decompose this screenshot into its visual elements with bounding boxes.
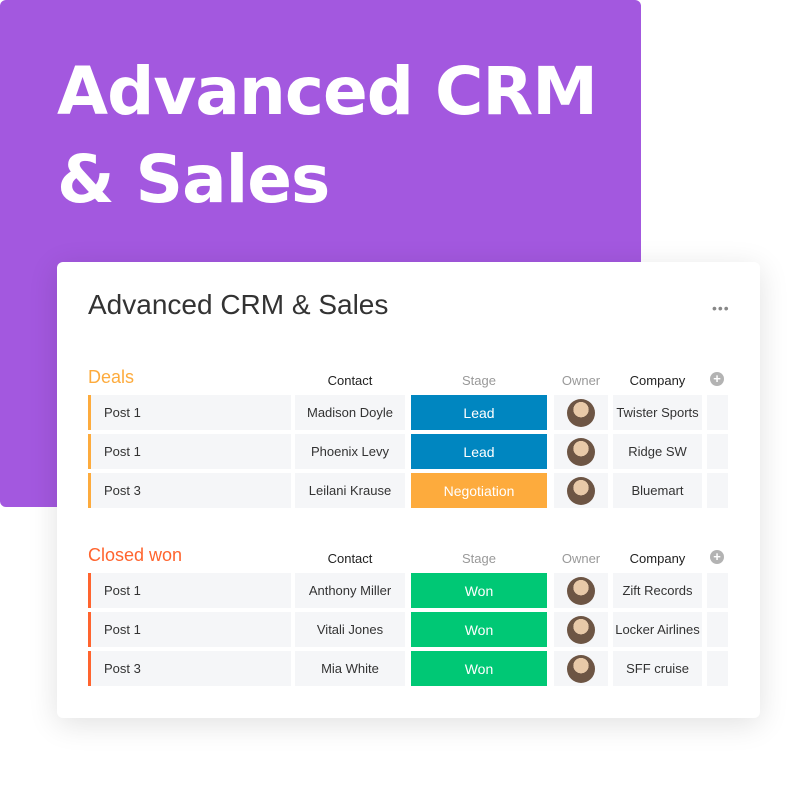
column-header-stage[interactable]: Stage bbox=[411, 551, 547, 566]
item-name[interactable]: Post 3 bbox=[88, 473, 291, 508]
add-column-icon[interactable]: + bbox=[710, 550, 724, 564]
empty-cell[interactable] bbox=[707, 573, 728, 608]
owner-cell[interactable] bbox=[554, 473, 608, 508]
avatar bbox=[567, 476, 595, 505]
contact-cell[interactable]: Vitali Jones bbox=[295, 612, 405, 647]
add-column-icon[interactable]: + bbox=[710, 372, 724, 386]
company-cell[interactable]: Twister Sports bbox=[613, 395, 702, 430]
contact-cell[interactable]: Phoenix Levy bbox=[295, 434, 405, 469]
stage-status-cell[interactable]: Lead bbox=[411, 434, 547, 469]
stage-status-cell[interactable]: Won bbox=[411, 651, 547, 686]
contact-cell[interactable]: Madison Doyle bbox=[295, 395, 405, 430]
table-row[interactable]: Post 3 Mia White Won SFF cruise bbox=[88, 651, 728, 686]
contact-cell[interactable]: Mia White bbox=[295, 651, 405, 686]
item-name[interactable]: Post 1 bbox=[88, 573, 291, 608]
avatar bbox=[567, 398, 595, 427]
stage-status-cell[interactable]: Won bbox=[411, 612, 547, 647]
company-cell[interactable]: Ridge SW bbox=[613, 434, 702, 469]
stage-status-cell[interactable]: Won bbox=[411, 573, 547, 608]
avatar bbox=[567, 654, 595, 683]
stage-status-cell[interactable]: Lead bbox=[411, 395, 547, 430]
column-header-owner[interactable]: Owner bbox=[554, 551, 608, 566]
contact-cell[interactable]: Anthony Miller bbox=[295, 573, 405, 608]
empty-cell[interactable] bbox=[707, 612, 728, 647]
empty-cell[interactable] bbox=[707, 395, 728, 430]
empty-cell[interactable] bbox=[707, 651, 728, 686]
stage-status-cell[interactable]: Negotiation bbox=[411, 473, 547, 508]
empty-cell[interactable] bbox=[707, 434, 728, 469]
table-row[interactable]: Post 1 Phoenix Levy Lead Ridge SW bbox=[88, 434, 728, 469]
group-title[interactable]: Closed won bbox=[88, 545, 182, 566]
item-name[interactable]: Post 1 bbox=[88, 434, 291, 469]
company-cell[interactable]: Zift Records bbox=[613, 573, 702, 608]
contact-cell[interactable]: Leilani Krause bbox=[295, 473, 405, 508]
column-header-company[interactable]: Company bbox=[613, 551, 702, 566]
owner-cell[interactable] bbox=[554, 395, 608, 430]
column-header-company[interactable]: Company bbox=[613, 373, 702, 388]
owner-cell[interactable] bbox=[554, 612, 608, 647]
item-name[interactable]: Post 1 bbox=[88, 395, 291, 430]
more-options-icon[interactable]: ••• bbox=[712, 300, 730, 316]
group-title[interactable]: Deals bbox=[88, 367, 134, 388]
item-name[interactable]: Post 3 bbox=[88, 651, 291, 686]
table-row[interactable]: Post 1 Madison Doyle Lead Twister Sports bbox=[88, 395, 728, 430]
owner-cell[interactable] bbox=[554, 651, 608, 686]
table-row[interactable]: Post 3 Leilani Krause Negotiation Bluema… bbox=[88, 473, 728, 508]
column-header-stage[interactable]: Stage bbox=[411, 373, 547, 388]
company-cell[interactable]: SFF cruise bbox=[613, 651, 702, 686]
column-header-contact[interactable]: Contact bbox=[295, 373, 405, 388]
board-title: Advanced CRM & Sales bbox=[88, 289, 389, 320]
owner-cell[interactable] bbox=[554, 573, 608, 608]
hero-title: Advanced CRM & Sales bbox=[57, 53, 598, 218]
table-row[interactable]: Post 1 Anthony Miller Won Zift Records bbox=[88, 573, 728, 608]
table-row[interactable]: Post 1 Vitali Jones Won Locker Airlines bbox=[88, 612, 728, 647]
owner-cell[interactable] bbox=[554, 434, 608, 469]
column-header-contact[interactable]: Contact bbox=[295, 551, 405, 566]
column-header-owner[interactable]: Owner bbox=[554, 373, 608, 388]
avatar bbox=[567, 437, 595, 466]
empty-cell[interactable] bbox=[707, 473, 728, 508]
board-card: Advanced CRM & Sales ••• Deals Contact S… bbox=[57, 262, 760, 718]
company-cell[interactable]: Bluemart bbox=[613, 473, 702, 508]
avatar bbox=[567, 615, 595, 644]
item-name[interactable]: Post 1 bbox=[88, 612, 291, 647]
avatar bbox=[567, 576, 595, 605]
company-cell[interactable]: Locker Airlines bbox=[613, 612, 702, 647]
